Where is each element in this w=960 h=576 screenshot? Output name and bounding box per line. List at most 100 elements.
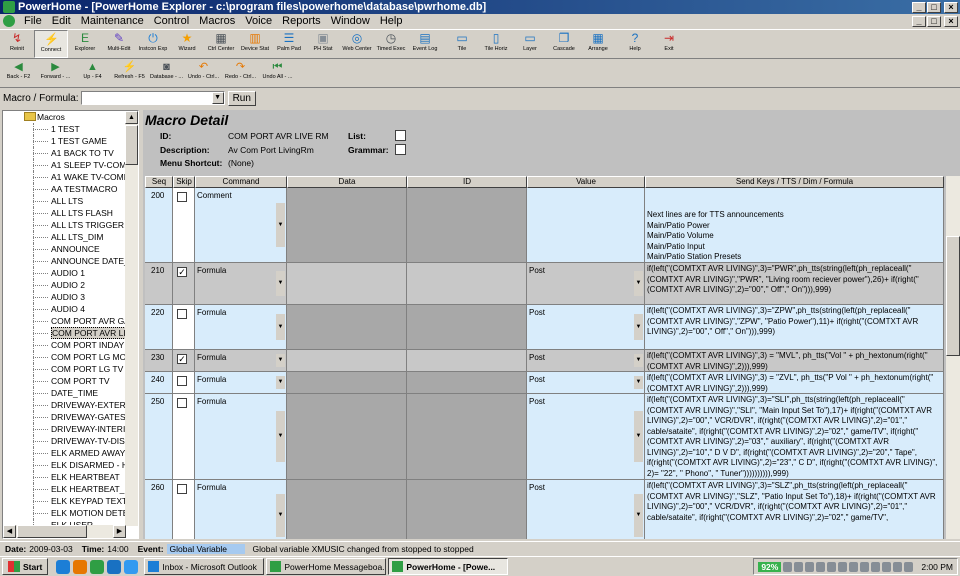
tree-item[interactable]: ELK DISARMED - HEL xyxy=(3,459,126,471)
chevron-down-icon[interactable]: ▼ xyxy=(276,313,285,341)
id-cell[interactable] xyxy=(407,350,527,371)
tray-icon[interactable] xyxy=(893,561,903,572)
tree-item[interactable]: COM PORT TV xyxy=(3,375,126,387)
value-cell[interactable] xyxy=(527,188,645,262)
maximize-button[interactable]: □ xyxy=(927,1,941,13)
tree-item[interactable]: ELK HEARTBEAT xyxy=(3,471,126,483)
macro-formula-combo[interactable]: ▼ xyxy=(80,91,225,105)
value-cell[interactable]: Post ▼ xyxy=(527,263,645,304)
tree-item[interactable]: AUDIO 4 xyxy=(3,303,126,315)
grammar-checkbox[interactable] xyxy=(395,144,406,155)
tree-item[interactable]: DRIVEWAY-GATESW xyxy=(3,411,126,423)
chevron-down-icon[interactable]: ▼ xyxy=(276,494,285,537)
skip-checkbox[interactable]: ✓ xyxy=(177,267,187,277)
menu-file[interactable]: File xyxy=(19,15,47,27)
app-icon[interactable] xyxy=(90,559,105,574)
data-cell[interactable] xyxy=(287,263,407,304)
seq-cell[interactable]: 260 xyxy=(145,480,173,539)
database-button[interactable]: ◙ Database - ... xyxy=(148,60,185,86)
chevron-down-icon[interactable]: ▼ xyxy=(211,92,224,104)
tree-item[interactable]: A1 SLEEP TV-COMP xyxy=(3,159,126,171)
tree-item[interactable]: ELK HEARTBEAT_DE xyxy=(3,483,126,495)
chevron-down-icon[interactable]: ▼ xyxy=(634,271,643,296)
send-keys-cell[interactable]: Next lines are for TTS announcements Mai… xyxy=(645,188,944,262)
menu-control[interactable]: Control xyxy=(149,15,194,27)
command-cell[interactable]: Formula ▼ xyxy=(195,350,287,371)
table-row[interactable]: 240 Formula ▼ Post ▼ if(left("(COMTXT AVR LIV… xyxy=(145,372,944,394)
seq-cell[interactable]: 220 xyxy=(145,305,173,349)
instcon-exp-button[interactable]: ⏻ Instcon Exp xyxy=(136,30,170,58)
id-cell[interactable] xyxy=(407,394,527,479)
data-cell[interactable] xyxy=(287,305,407,349)
menu-macros[interactable]: Macros xyxy=(194,15,240,27)
header-send-keys[interactable]: Send Keys / TTS / Dim / Formula xyxy=(645,176,944,188)
seq-cell[interactable]: 230 xyxy=(145,350,173,371)
header-value[interactable]: Value xyxy=(527,176,645,188)
document-icon[interactable] xyxy=(3,15,15,27)
tree-item[interactable]: ALL LTS xyxy=(3,195,126,207)
forward-button[interactable]: ▶ Forward - ... xyxy=(37,60,74,86)
child-restore-button[interactable]: □ xyxy=(927,15,941,27)
tree-item[interactable]: DRIVEWAY-TV-DISPL xyxy=(3,435,126,447)
send-keys-cell[interactable]: if(left("(COMTXT AVR LIVING)",3) = "ZVL"… xyxy=(645,372,944,393)
taskbar-button[interactable]: Inbox - Microsoft Outlook xyxy=(144,558,265,575)
wizard-button[interactable]: ★ Wizard xyxy=(170,30,204,58)
arrange-button[interactable]: ▦ Arrange xyxy=(581,30,615,58)
header-id[interactable]: ID xyxy=(407,176,527,188)
tree-item[interactable]: COM PORT AVR LIVE xyxy=(3,327,126,339)
value-cell[interactable]: Post ▼ xyxy=(527,394,645,479)
explorer-button[interactable]: E Explorer xyxy=(68,30,102,58)
redo-button[interactable]: ↷ Redo - Ctrl... xyxy=(222,60,259,86)
tray-icon[interactable] xyxy=(904,561,914,572)
exit-button[interactable]: ⇥ Exit xyxy=(652,30,686,58)
cascade-button[interactable]: ❐ Cascade xyxy=(547,30,581,58)
tree-item[interactable]: ANNOUNCE DATE_TI xyxy=(3,255,126,267)
skip-checkbox[interactable] xyxy=(177,309,187,319)
tree-item[interactable]: COM PORT LG MOUN xyxy=(3,351,126,363)
scroll-thumb[interactable] xyxy=(946,236,960,356)
tree-item[interactable]: DATE_TIME xyxy=(3,387,126,399)
data-cell[interactable] xyxy=(287,394,407,479)
scroll-thumb[interactable] xyxy=(125,125,138,165)
tree-item[interactable]: ALL LTS TRIGGER xyxy=(3,219,126,231)
seq-cell[interactable]: 210 xyxy=(145,263,173,304)
browser-icon[interactable] xyxy=(107,559,122,574)
seq-cell[interactable]: 240 xyxy=(145,372,173,393)
tree-item[interactable]: 1 TEST GAME xyxy=(3,135,126,147)
chevron-down-icon[interactable]: ▼ xyxy=(276,376,285,389)
chevron-down-icon[interactable]: ▼ xyxy=(276,202,285,248)
command-cell[interactable]: Formula ▼ xyxy=(195,263,287,304)
tree-item[interactable]: ANNOUNCE xyxy=(3,243,126,255)
tray-icon[interactable] xyxy=(882,561,892,572)
connect-button[interactable]: ⚡ Connect xyxy=(34,30,68,58)
send-keys-cell[interactable]: if(left("(COMTXT AVR LIVING)",3)="SLZ",p… xyxy=(645,480,944,539)
ctrl-center-button[interactable]: ▦ Ctrl Center xyxy=(204,30,238,58)
tray-icon[interactable] xyxy=(860,561,870,572)
id-cell[interactable] xyxy=(407,372,527,393)
skip-checkbox[interactable] xyxy=(177,398,187,408)
folder-icon[interactable] xyxy=(73,559,88,574)
tray-icon[interactable] xyxy=(871,561,881,572)
chevron-down-icon[interactable]: ▼ xyxy=(276,271,285,296)
chevron-down-icon[interactable]: ▼ xyxy=(276,411,285,462)
value-cell[interactable]: Post ▼ xyxy=(527,372,645,393)
refresh-button[interactable]: ⚡ Refresh - F5 xyxy=(111,60,148,86)
taskbar-button[interactable]: PowerHome Messageboa... xyxy=(266,558,387,575)
scroll-right-icon[interactable]: ▶ xyxy=(113,525,126,538)
send-keys-cell[interactable]: if(left("(COMTXT AVR LIVING)",3)="PWR",p… xyxy=(645,263,944,304)
tree-item[interactable]: COM PORT LG TV xyxy=(3,363,126,375)
tree-item[interactable]: AUDIO 1 xyxy=(3,267,126,279)
minimize-button[interactable]: _ xyxy=(912,1,926,13)
header-skip[interactable]: Skip xyxy=(173,176,195,188)
menu-maintenance[interactable]: Maintenance xyxy=(76,15,149,27)
data-cell[interactable] xyxy=(287,372,407,393)
skip-checkbox[interactable]: ✓ xyxy=(177,354,187,364)
timed-exec-button[interactable]: ◷ Timed Exec xyxy=(374,30,408,58)
undo-button[interactable]: ↶ Undo - Ctrl... xyxy=(185,60,222,86)
tree-item[interactable]: DRIVEWAY-EXTERIO xyxy=(3,399,126,411)
event-log-button[interactable]: ▤ Event Log xyxy=(408,30,442,58)
send-keys-cell[interactable]: if(left("(COMTXT AVR LIVING)",3) = "MVL"… xyxy=(645,350,944,371)
scroll-thumb[interactable] xyxy=(17,525,87,538)
skip-checkbox[interactable] xyxy=(177,192,187,202)
list-checkbox[interactable] xyxy=(395,130,406,141)
